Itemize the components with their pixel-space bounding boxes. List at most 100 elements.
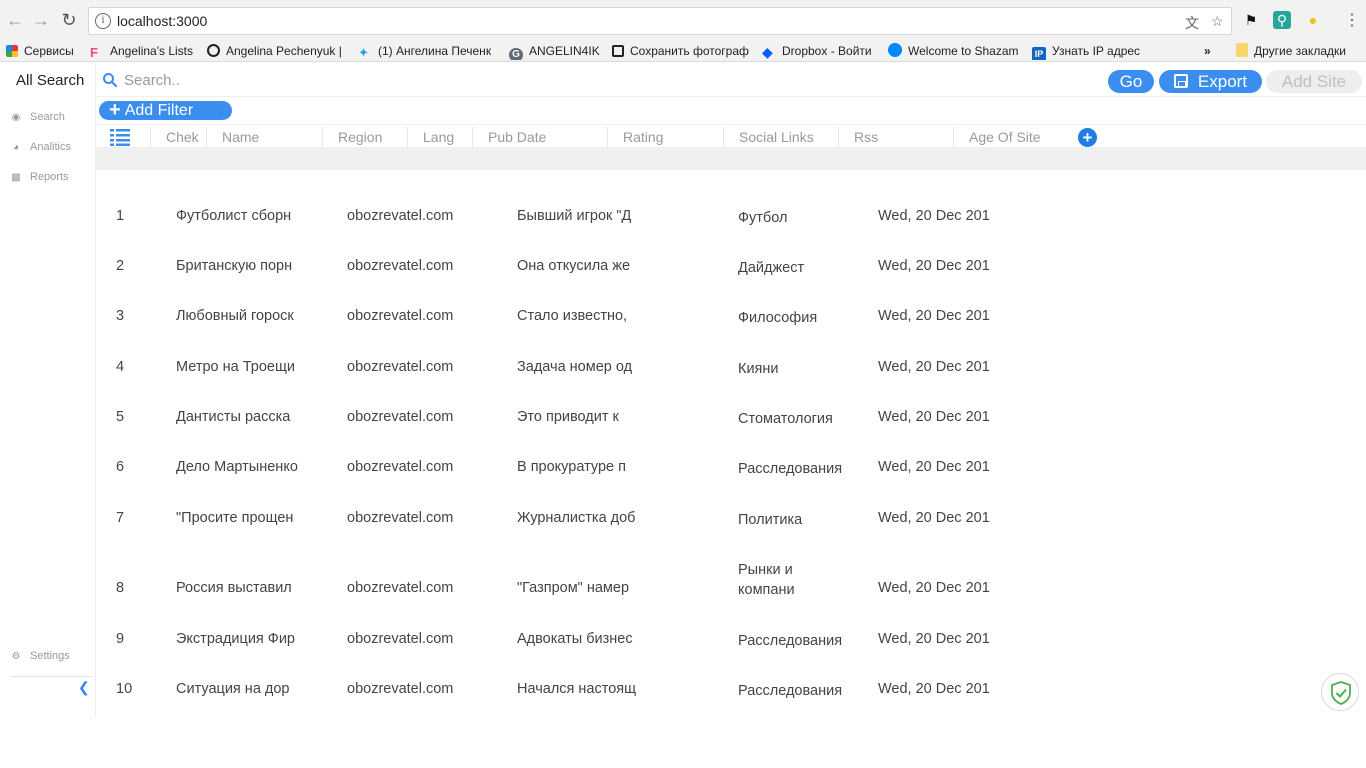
column-lang[interactable]: Lang xyxy=(407,127,472,147)
row-social: Дайджест xyxy=(738,260,805,276)
table-header: Chek Name Region Lang Pub Date Rating So… xyxy=(96,124,1366,148)
row-number: 3 xyxy=(116,308,125,324)
browser-toolbar: ← → ↻ i localhost:3000 文 ☆ ⚑ ⚲ ● ⋮ xyxy=(0,0,1366,40)
gear-icon: ⚙ xyxy=(11,651,21,662)
row-pub: Журналистка доб xyxy=(517,510,636,526)
column-region[interactable]: Region xyxy=(322,127,407,147)
table-row[interactable]: 3 Любовный гороск obozrevatel.com Стало … xyxy=(96,308,1096,348)
row-number: 9 xyxy=(116,631,125,647)
column-age-of-site[interactable]: Age Of Site xyxy=(953,127,1068,147)
row-name[interactable]: Любовный гороск xyxy=(176,308,316,324)
shazam-icon xyxy=(888,43,902,57)
column-name[interactable]: Name xyxy=(206,127,322,147)
row-name[interactable]: "Просите прощен xyxy=(176,510,316,526)
sidebar-item-search[interactable]: ◉ Search xyxy=(10,111,65,123)
table-row[interactable]: 10 Ситуация на дор obozrevatel.com Начал… xyxy=(96,681,1096,721)
reload-icon[interactable]: ↻ xyxy=(58,9,80,31)
row-number: 4 xyxy=(116,359,125,375)
bookmarks-bar: Сервисы F Angelina's Lists Angelina Peche… xyxy=(0,40,1366,62)
table-row[interactable]: 1 Футболист сборн obozrevatel.com Бывший… xyxy=(96,208,1096,248)
bookmark-twitter[interactable]: ✦ (1) Ангелина Печенк xyxy=(358,42,498,60)
extension-bulb-icon[interactable]: ● xyxy=(1304,11,1322,29)
table-row[interactable]: 4 Метро на Троещи obozrevatel.com Задача… xyxy=(96,359,1096,399)
shield-check-button[interactable] xyxy=(1321,673,1359,711)
search-icon xyxy=(103,73,118,88)
row-name[interactable]: Футболист сборн xyxy=(176,208,316,224)
bookmark-angelin4ik[interactable]: G ANGELIN4IK xyxy=(509,42,604,60)
export-button[interactable]: Export xyxy=(1159,70,1262,93)
dropbox-icon: ◆ xyxy=(762,44,773,60)
table-row[interactable]: 9 Экстрадиция Фир obozrevatel.com Адвока… xyxy=(96,631,1096,671)
sidebar-item-settings[interactable]: ⚙ Settings xyxy=(10,650,70,662)
sidebar-item-analitics[interactable]: ◕ Analitics xyxy=(10,141,71,153)
bookmark-other[interactable]: Другие закладки xyxy=(1236,42,1364,60)
row-number: 6 xyxy=(116,459,125,475)
row-date: Wed, 20 Dec 201 xyxy=(878,681,990,697)
list-view-icon[interactable] xyxy=(110,128,130,146)
row-pub: Стало известно, xyxy=(517,308,628,324)
row-name[interactable]: Метро на Троещи xyxy=(176,359,316,375)
back-arrow-icon[interactable]: ← xyxy=(4,9,26,31)
bookmark-save-photo[interactable]: Сохранить фотограф xyxy=(612,42,752,60)
brand-title[interactable]: All Search xyxy=(16,72,84,89)
row-name[interactable]: Россия выставил xyxy=(176,580,316,596)
table-row[interactable]: 2 Британскую порн obozrevatel.com Она от… xyxy=(96,258,1096,298)
bookmark-dropbox[interactable]: ◆ Dropbox - Войти xyxy=(762,42,880,60)
row-pub: Она откусила же xyxy=(517,258,631,274)
add-column-button[interactable]: + xyxy=(1078,128,1097,147)
row-name[interactable]: Ситуация на дор xyxy=(176,681,316,697)
row-name[interactable]: Дело Мартыненко xyxy=(176,459,316,475)
bookmark-shazam[interactable]: Welcome to Shazam xyxy=(888,42,1024,60)
row-pub: Адвокаты бизнес xyxy=(517,631,633,647)
forward-arrow-icon[interactable]: → xyxy=(30,9,52,31)
row-social: Футбол xyxy=(738,210,788,226)
row-name[interactable]: Дантисты расска xyxy=(176,409,316,425)
shield-check-icon xyxy=(1331,681,1351,705)
table-row[interactable]: 5 Дантисты расска obozrevatel.com Это пр… xyxy=(96,409,1096,449)
row-name[interactable]: Британскую порн xyxy=(176,258,316,274)
address-bar[interactable]: i localhost:3000 文 ☆ xyxy=(88,7,1232,35)
row-number: 10 xyxy=(116,681,133,697)
row-number: 8 xyxy=(116,580,125,596)
add-site-button[interactable]: Add Site xyxy=(1266,70,1362,93)
extension-pin-icon[interactable]: ⚲ xyxy=(1273,11,1291,29)
column-rss[interactable]: Rss xyxy=(838,127,953,147)
row-pub: Начался настоящ xyxy=(517,681,637,697)
sidebar-divider xyxy=(10,676,92,677)
table-row[interactable]: 7 "Просите прощен obozrevatel.com Журнал… xyxy=(96,510,1096,550)
bookmark-angelina-pechenyuk[interactable]: Angelina Pechenyuk | xyxy=(207,42,347,60)
translate-icon[interactable]: 文 xyxy=(1185,13,1199,33)
sidebar-item-reports[interactable]: ▩ Reports xyxy=(10,171,68,183)
info-icon[interactable]: i xyxy=(95,13,111,29)
add-filter-button[interactable]: + Add Filter xyxy=(99,100,232,120)
row-social: Политика xyxy=(738,512,803,528)
star-icon[interactable]: ☆ xyxy=(1211,13,1224,30)
go-button[interactable]: Go xyxy=(1108,70,1154,93)
column-chek[interactable]: Chek xyxy=(150,127,206,147)
bookmarks-overflow-icon[interactable]: » xyxy=(1204,42,1218,60)
search-input[interactable] xyxy=(124,69,924,91)
bookmark-angelinas-lists[interactable]: F Angelina's Lists xyxy=(90,42,200,60)
row-name[interactable]: Экстрадиция Фир xyxy=(176,631,316,647)
url-text[interactable]: localhost:3000 xyxy=(117,13,207,29)
table-row[interactable]: 8 Россия выставил obozrevatel.com "Газпр… xyxy=(96,562,1096,620)
row-social: Философия xyxy=(738,310,818,326)
apps-grid-icon xyxy=(6,45,18,57)
row-region: obozrevatel.com xyxy=(347,681,454,697)
table-row[interactable]: 6 Дело Мартыненко obozrevatel.com В прок… xyxy=(96,459,1096,499)
row-date: Wed, 20 Dec 201 xyxy=(878,258,990,274)
browser-menu-icon[interactable]: ⋮ xyxy=(1344,10,1360,30)
column-pub-date[interactable]: Pub Date xyxy=(472,127,607,147)
row-region: obozrevatel.com xyxy=(347,631,454,647)
row-region: obozrevatel.com xyxy=(347,580,454,596)
bookmark-ip[interactable]: IP Узнать IP адрес xyxy=(1032,42,1152,60)
search-bar: Go Export Add Site xyxy=(96,63,1366,97)
column-rating[interactable]: Rating xyxy=(607,127,723,147)
column-social-links[interactable]: Social Links xyxy=(723,127,838,147)
row-social: Рынки и компани xyxy=(738,562,795,598)
extension-runner-icon[interactable]: ⚑ xyxy=(1242,11,1260,29)
row-pub: Бывший игрок "Д xyxy=(517,208,632,224)
row-social: Расследования xyxy=(738,683,843,699)
bookmark-services[interactable]: Сервисы xyxy=(6,42,82,60)
chevron-left-icon[interactable]: ❮ xyxy=(78,679,90,696)
